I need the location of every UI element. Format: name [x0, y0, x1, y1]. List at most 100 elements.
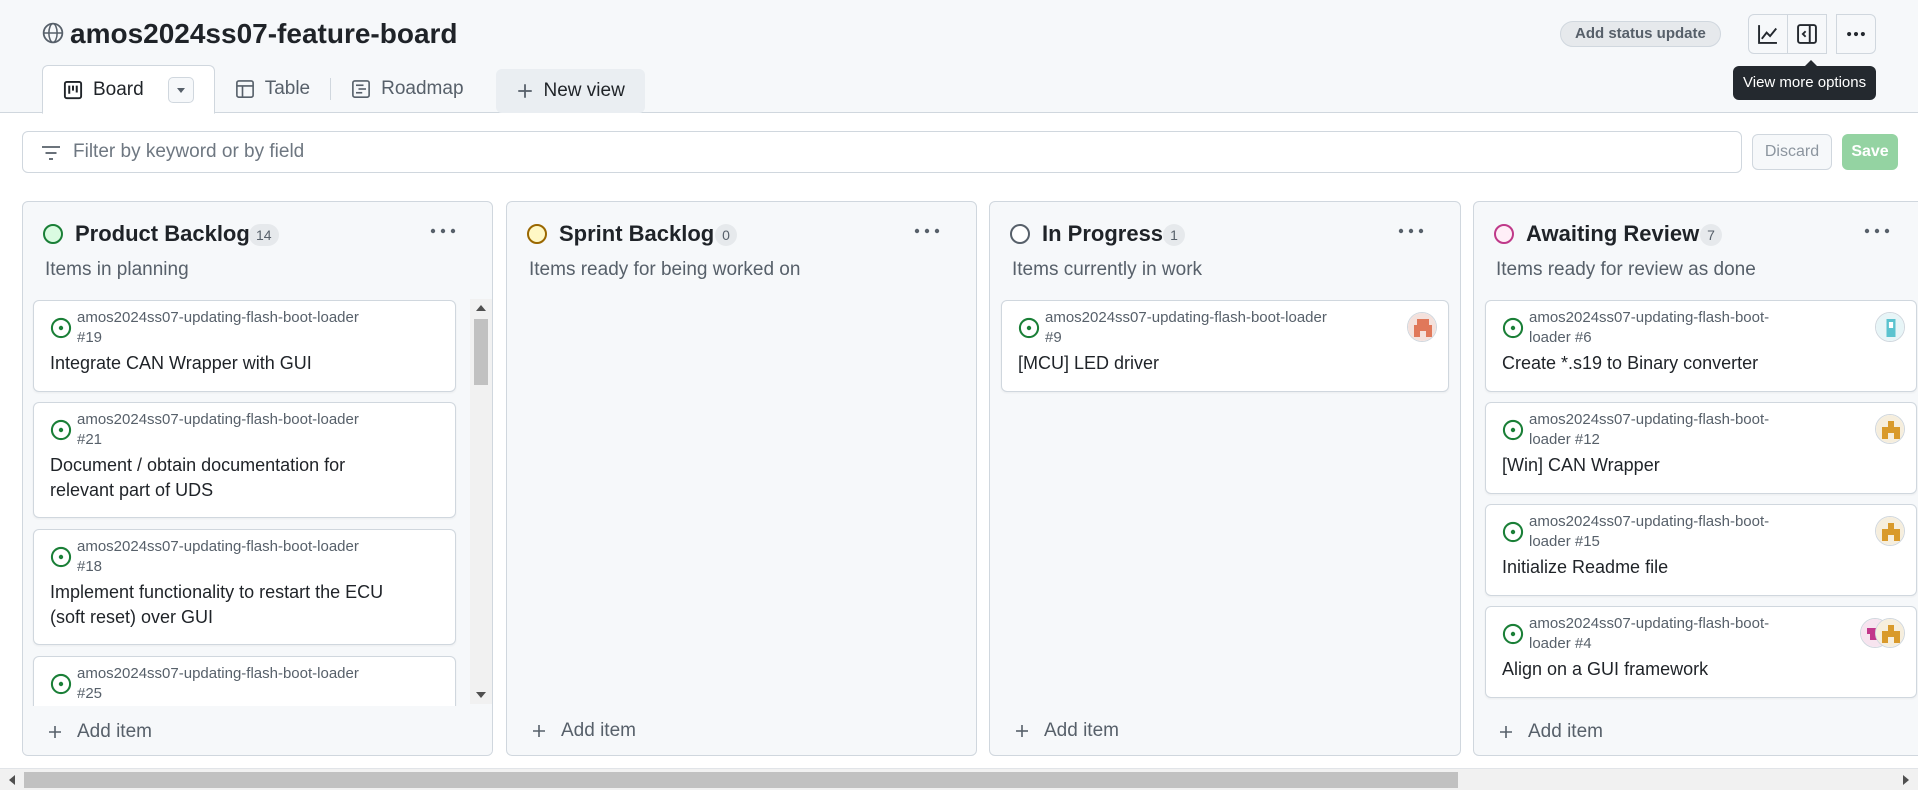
kebab-horizontal-icon	[1847, 31, 1865, 37]
column-title: Sprint Backlog	[559, 221, 715, 246]
card-repo[interactable]: amos2024ss07-updating-flash-boot-loader #…	[77, 537, 359, 577]
column-product-backlog: Product Backlog 14 Items in planning amo…	[22, 201, 493, 756]
tab-roadmap-label: Roadmap	[381, 78, 464, 99]
issue-opened-icon	[1018, 317, 1040, 339]
column-in-progress: In Progress 1 Items currently in work am…	[989, 201, 1461, 756]
scroll-up-icon[interactable]	[470, 301, 492, 315]
save-button[interactable]: Save	[1842, 134, 1898, 170]
scroll-left-icon[interactable]	[4, 770, 20, 790]
issue-card[interactable]: amos2024ss07-updating-flash-boot-loader …	[1485, 402, 1917, 494]
column-header: Awaiting Review 7 Items ready for review…	[1474, 202, 1918, 302]
column-title: Awaiting Review	[1526, 221, 1700, 246]
new-view-button[interactable]: New view	[495, 69, 645, 113]
project-header: amos2024ss07-feature-board Add status up…	[0, 0, 1918, 114]
scroll-down-icon[interactable]	[470, 688, 492, 702]
issue-card[interactable]: amos2024ss07-updating-flash-boot-loader #…	[33, 402, 456, 518]
table-icon	[235, 80, 254, 98]
card-title[interactable]: Align on a GUI framework	[1502, 657, 1708, 682]
scroll-right-icon[interactable]	[1898, 770, 1914, 790]
graph-icon	[1758, 25, 1777, 44]
scrollbar-thumb[interactable]	[24, 772, 1458, 788]
issue-opened-icon	[50, 317, 72, 339]
issue-opened-icon	[1502, 521, 1524, 543]
avatar-icon	[1408, 313, 1436, 341]
column-scrollbar[interactable]	[470, 299, 492, 704]
view-tabs: Board Table Roadmap New view	[42, 65, 645, 114]
issue-card[interactable]: amos2024ss07-updating-flash-boot-loader …	[1485, 606, 1917, 698]
tab-table[interactable]: Table	[215, 65, 330, 113]
plus-icon	[1016, 725, 1028, 737]
issue-opened-icon	[1502, 419, 1524, 441]
card-repo[interactable]: amos2024ss07-updating-flash-boot-loader #…	[77, 664, 359, 704]
assignee-avatar[interactable]	[1407, 312, 1437, 342]
add-item-label: Add item	[77, 721, 152, 742]
card-repo[interactable]: amos2024ss07-updating-flash-boot-loader …	[1529, 308, 1769, 348]
plus-icon	[533, 725, 545, 737]
issue-opened-icon	[50, 419, 72, 441]
roadmap-icon	[352, 80, 371, 98]
more-options-button[interactable]	[1836, 14, 1876, 54]
card-title[interactable]: Initialize Readme file	[1502, 555, 1668, 580]
tab-roadmap[interactable]: Roadmap	[331, 65, 483, 113]
plus-icon	[517, 84, 532, 98]
column-menu-icon[interactable]	[1864, 226, 1890, 236]
plus-icon	[49, 726, 61, 738]
column-count-badge: 0	[715, 224, 737, 246]
card-repo[interactable]: amos2024ss07-updating-flash-boot-loader #…	[1045, 308, 1327, 348]
issue-card[interactable]: amos2024ss07-updating-flash-boot-loader …	[1485, 300, 1917, 392]
add-item-button[interactable]: Add item	[1014, 720, 1119, 742]
card-repo[interactable]: amos2024ss07-updating-flash-boot-loader …	[1529, 512, 1769, 552]
column-title: Product Backlog	[75, 221, 250, 246]
card-title[interactable]: Create *.s19 to Binary converter	[1502, 351, 1758, 376]
assignee-avatar[interactable]	[1875, 618, 1905, 648]
column-menu-icon[interactable]	[1398, 226, 1424, 236]
card-title[interactable]: Integrate CAN Wrapper with GUI	[50, 351, 312, 376]
column-menu-icon[interactable]	[430, 226, 456, 236]
more-options-tooltip: View more options	[1733, 60, 1877, 100]
assignee-avatar[interactable]	[1875, 312, 1905, 342]
issue-card[interactable]: amos2024ss07-updating-flash-boot-loader …	[1485, 504, 1917, 596]
issue-card[interactable]: amos2024ss07-updating-flash-boot-loader #…	[33, 300, 456, 392]
card-title[interactable]: Document / obtain documentation for relev…	[50, 453, 345, 503]
assignee-avatar[interactable]	[1875, 414, 1905, 444]
issue-opened-icon	[1502, 623, 1524, 645]
card-title[interactable]: Implement functionality to restart the E…	[50, 580, 383, 630]
card-repo[interactable]: amos2024ss07-updating-flash-boot-loader …	[1529, 614, 1769, 654]
filter-icon	[42, 146, 60, 160]
tab-table-label: Table	[264, 78, 311, 99]
avatar-icon	[1876, 619, 1904, 647]
issue-card[interactable]: amos2024ss07-updating-flash-boot-loader #…	[33, 529, 456, 645]
column-description: Items in planning	[45, 259, 189, 280]
scrollbar-thumb[interactable]	[474, 319, 488, 385]
view-options-dropdown[interactable]	[167, 76, 194, 103]
discard-button[interactable]: Discard	[1752, 134, 1832, 170]
column-description: Items currently in work	[1012, 259, 1203, 280]
new-view-label: New view	[543, 80, 625, 101]
filter-input[interactable]	[73, 132, 1723, 172]
add-item-button[interactable]: Add item	[47, 721, 152, 743]
column-description: Items ready for being worked on	[529, 259, 801, 280]
status-dot-icon	[43, 224, 63, 244]
tab-board[interactable]: Board	[42, 65, 215, 114]
assignee-avatar[interactable]	[1875, 516, 1905, 546]
column-menu-icon[interactable]	[914, 226, 940, 236]
column-description: Items ready for review as done	[1496, 259, 1756, 280]
add-item-button[interactable]: Add item	[1498, 721, 1603, 743]
card-repo[interactable]: amos2024ss07-updating-flash-boot-loader #…	[77, 410, 359, 450]
add-item-label: Add item	[561, 720, 636, 741]
card-title[interactable]: [MCU] LED driver	[1018, 351, 1159, 376]
add-item-button[interactable]: Add item	[531, 720, 636, 742]
card-repo[interactable]: amos2024ss07-updating-flash-boot-loader …	[1529, 410, 1769, 450]
card-repo[interactable]: amos2024ss07-updating-flash-boot-loader #…	[77, 308, 359, 348]
insights-button[interactable]	[1748, 14, 1788, 54]
status-dot-icon	[527, 224, 547, 244]
sidebar-toggle-button[interactable]	[1787, 14, 1827, 54]
add-status-update-button[interactable]: Add status update	[1560, 21, 1721, 47]
page-title[interactable]: amos2024ss07-feature-board	[70, 18, 458, 50]
board-horizontal-scrollbar[interactable]	[0, 768, 1918, 790]
issue-card[interactable]: amos2024ss07-updating-flash-boot-loader #…	[1001, 300, 1449, 392]
card-title[interactable]: [Win] CAN Wrapper	[1502, 453, 1660, 478]
plus-icon	[1500, 726, 1512, 738]
avatar-icon	[1876, 415, 1904, 443]
issue-opened-icon	[50, 673, 72, 695]
